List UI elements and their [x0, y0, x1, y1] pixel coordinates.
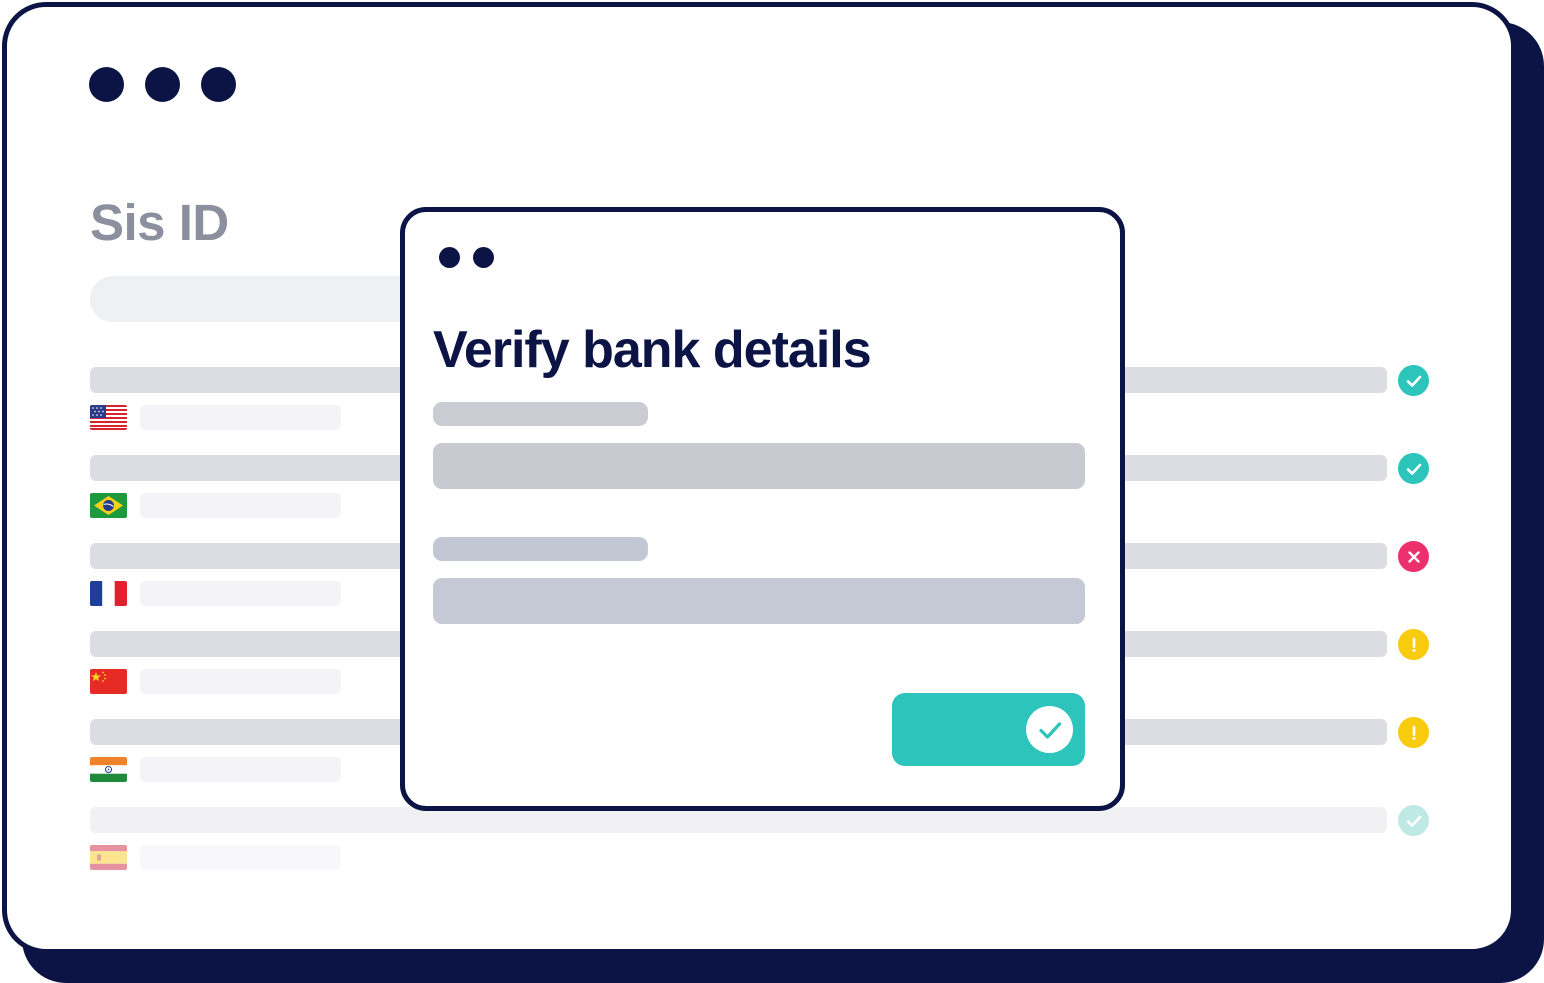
field-label-placeholder: [433, 537, 648, 561]
field-label-placeholder: [433, 402, 648, 426]
check-icon: [1398, 365, 1429, 396]
row-detail: [140, 493, 341, 518]
row-detail: [140, 669, 341, 694]
window-dot-close[interactable]: [89, 67, 124, 102]
exclamation-icon: [1398, 629, 1429, 660]
france-flag-icon: [90, 581, 127, 606]
brazil-flag-icon: [90, 493, 127, 518]
india-flag-icon: [90, 757, 127, 782]
bank-field-input[interactable]: [433, 578, 1085, 624]
x-icon: [1398, 541, 1429, 572]
brand-logo-text: Sis ID: [90, 194, 229, 251]
row-detail: [140, 845, 341, 870]
bank-field-input[interactable]: [433, 443, 1085, 489]
row-detail: [140, 581, 341, 606]
confirm-button[interactable]: [892, 693, 1085, 766]
row-detail: [140, 405, 341, 430]
check-icon: [1026, 706, 1073, 753]
window-dot-maximize[interactable]: [201, 67, 236, 102]
us-flag-icon: [90, 405, 127, 430]
modal-title: Verify bank details: [433, 321, 872, 379]
spain-flag-icon: [90, 845, 127, 870]
modal-dot-close[interactable]: [439, 247, 460, 268]
check-icon: [1398, 805, 1429, 836]
modal-dot-minimize[interactable]: [473, 247, 494, 268]
exclamation-icon: [1398, 717, 1429, 748]
check-icon: [1398, 453, 1429, 484]
window-dot-minimize[interactable]: [145, 67, 180, 102]
china-flag-icon: [90, 669, 127, 694]
row-detail: [140, 757, 341, 782]
